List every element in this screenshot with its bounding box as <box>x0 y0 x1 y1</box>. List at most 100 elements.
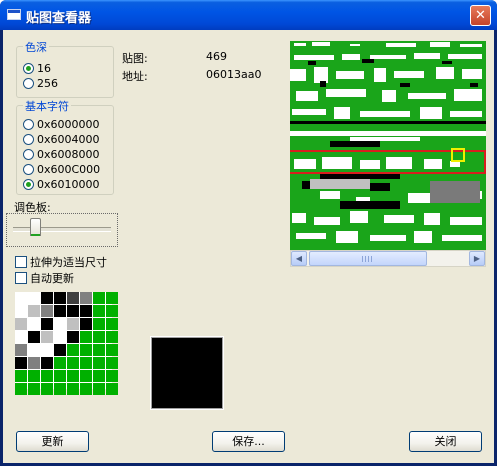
tile-pixel[interactable] <box>15 357 27 369</box>
stretch-label: 拉伸为适当尺寸 <box>30 255 107 269</box>
tile-pixel[interactable] <box>15 370 27 382</box>
depth-option-16[interactable]: 16 <box>23 61 51 76</box>
tile-pixel[interactable] <box>28 370 40 382</box>
tile-pixel[interactable] <box>67 318 79 330</box>
base-option-0[interactable]: 0x6000000 <box>23 117 100 132</box>
tile-pixel[interactable] <box>67 292 79 304</box>
depth-option-256[interactable]: 256 <box>23 76 58 91</box>
palette-slider[interactable] <box>6 213 118 247</box>
tile-pixel[interactable] <box>93 357 105 369</box>
auto-update-checkbox[interactable] <box>15 271 27 284</box>
save-button[interactable]: 保存... <box>212 431 285 452</box>
tile-pixel[interactable] <box>15 383 27 395</box>
tile-pixel[interactable] <box>54 292 66 304</box>
tile-pixel[interactable] <box>106 331 118 343</box>
tile-pixel[interactable] <box>54 305 66 317</box>
tile-pixel[interactable] <box>106 344 118 356</box>
tile-pixel[interactable] <box>41 383 53 395</box>
tile-pixel[interactable] <box>15 318 27 330</box>
slider-thumb[interactable] <box>30 218 41 236</box>
tile-pixel[interactable] <box>54 331 66 343</box>
tile-pixel[interactable] <box>67 331 79 343</box>
tile-pixel-grid[interactable] <box>15 292 118 395</box>
title-bar[interactable]: 贴图查看器 ✕ <box>0 0 497 30</box>
tile-pixel[interactable] <box>93 344 105 356</box>
tile-view-scrollbar[interactable]: ◀ ▶ <box>290 250 486 267</box>
tile-pixel[interactable] <box>41 305 53 317</box>
tile-pixel[interactable] <box>93 331 105 343</box>
tile-pixel[interactable] <box>15 305 27 317</box>
tile-pixel[interactable] <box>41 331 53 343</box>
tile-pixel[interactable] <box>41 344 53 356</box>
tile-pixel[interactable] <box>80 370 92 382</box>
tile-pixel[interactable] <box>28 344 40 356</box>
stretch-checkbox[interactable] <box>15 255 27 268</box>
auto-update-label: 自动更新 <box>30 271 74 285</box>
tile-pixel[interactable] <box>54 344 66 356</box>
scroll-right-button[interactable]: ▶ <box>469 251 485 266</box>
base-option-3[interactable]: 0x600C000 <box>23 162 100 177</box>
tile-pixel[interactable] <box>41 318 53 330</box>
close-button[interactable]: 关闭 <box>409 431 482 452</box>
stretch-option[interactable]: 拉伸为适当尺寸 <box>15 254 107 269</box>
tile-pixel[interactable] <box>54 383 66 395</box>
base-option-2[interactable]: 0x6008000 <box>23 147 100 162</box>
tile-pixel[interactable] <box>41 292 53 304</box>
tile-pixel[interactable] <box>28 292 40 304</box>
radio-256[interactable] <box>23 78 34 89</box>
tile-pixel[interactable] <box>93 305 105 317</box>
tile-pixel[interactable] <box>80 383 92 395</box>
auto-update-option[interactable]: 自动更新 <box>15 270 74 285</box>
tile-pixel[interactable] <box>41 357 53 369</box>
base-option-4[interactable]: 0x6010000 <box>23 177 100 192</box>
tile-pixel[interactable] <box>106 357 118 369</box>
tile-pixel[interactable] <box>15 292 27 304</box>
radio-0x600C000[interactable] <box>23 164 34 175</box>
tile-pixel[interactable] <box>80 305 92 317</box>
tile-pixel[interactable] <box>106 318 118 330</box>
tile-pixel[interactable] <box>54 357 66 369</box>
tile-pixel[interactable] <box>106 383 118 395</box>
radio-0x6004000[interactable] <box>23 134 34 145</box>
depth-16-label: 16 <box>37 62 51 75</box>
scroll-thumb[interactable] <box>309 251 427 266</box>
radio-0x6008000[interactable] <box>23 149 34 160</box>
tile-pixel[interactable] <box>80 318 92 330</box>
radio-0x6010000[interactable] <box>23 179 34 190</box>
tile-pixel[interactable] <box>54 318 66 330</box>
tile-pixel[interactable] <box>67 305 79 317</box>
tile-pixel[interactable] <box>93 383 105 395</box>
tile-pixel[interactable] <box>80 292 92 304</box>
radio-0x6000000[interactable] <box>23 119 34 130</box>
tile-sheet-view[interactable] <box>290 41 486 250</box>
tile-pixel[interactable] <box>93 292 105 304</box>
tile-pixel[interactable] <box>28 357 40 369</box>
tile-pixel[interactable] <box>28 305 40 317</box>
depth-256-label: 256 <box>37 77 58 90</box>
tile-pixel[interactable] <box>106 292 118 304</box>
color-preview <box>150 336 224 410</box>
tile-pixel[interactable] <box>80 344 92 356</box>
tile-pixel[interactable] <box>54 370 66 382</box>
tile-pixel[interactable] <box>15 344 27 356</box>
refresh-button[interactable]: 更新 <box>16 431 89 452</box>
tile-pixel[interactable] <box>106 370 118 382</box>
tile-pixel[interactable] <box>80 357 92 369</box>
tile-pixel[interactable] <box>93 370 105 382</box>
close-window-button[interactable]: ✕ <box>470 5 491 26</box>
tile-pixel[interactable] <box>106 305 118 317</box>
tile-pixel[interactable] <box>67 370 79 382</box>
scroll-left-button[interactable]: ◀ <box>291 251 307 266</box>
tile-pixel[interactable] <box>28 331 40 343</box>
radio-16[interactable] <box>23 63 34 74</box>
base-option-1[interactable]: 0x6004000 <box>23 132 100 147</box>
tile-pixel[interactable] <box>67 357 79 369</box>
tile-pixel[interactable] <box>80 331 92 343</box>
tile-pixel[interactable] <box>28 318 40 330</box>
tile-pixel[interactable] <box>93 318 105 330</box>
tile-pixel[interactable] <box>15 331 27 343</box>
tile-pixel[interactable] <box>41 370 53 382</box>
tile-pixel[interactable] <box>67 383 79 395</box>
tile-pixel[interactable] <box>67 344 79 356</box>
tile-pixel[interactable] <box>28 383 40 395</box>
